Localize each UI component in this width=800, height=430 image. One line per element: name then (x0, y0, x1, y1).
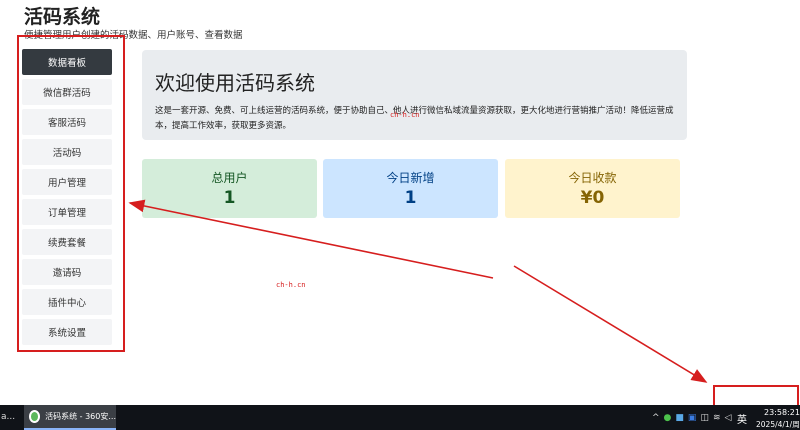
sidebar-item-invite-code[interactable]: 邀请码 (22, 259, 112, 285)
watermark: ch-h.cn (276, 281, 306, 289)
bluetooth-icon[interactable]: ▣ (688, 413, 697, 423)
clock-time[interactable]: 23:58:21 (764, 408, 800, 417)
sidebar-item-user-management[interactable]: 用户管理 (22, 169, 112, 195)
stat-label: 今日新增 (386, 171, 435, 185)
stat-label: 总用户 (211, 171, 248, 185)
sidebar-nav: 数据看板 微信群活码 客服活码 活动码 用户管理 订单管理 续费套餐 邀请码 插… (22, 49, 112, 349)
sidebar-item-order-management[interactable]: 订单管理 (22, 199, 112, 225)
app-tray-icon[interactable]: ■ (675, 413, 684, 423)
stat-card-income-today: 今日收款 ¥0 (505, 159, 680, 218)
arrow-to-tray (513, 265, 708, 383)
taskbar-app-label: 活码系统 - 360安... (45, 412, 116, 421)
network-icon[interactable]: ◫ (700, 413, 709, 423)
taskbar-app-browser[interactable]: 活码系统 - 360安... (24, 405, 116, 430)
stat-value: 1 (223, 188, 236, 208)
watermark: ch-h.cn (390, 111, 420, 119)
volume-muted-icon[interactable]: ◁ (725, 413, 732, 423)
app-subtitle: 便捷管理用户创建的活码数据、用户账号、查看数据 (24, 30, 243, 41)
welcome-text: 这是一套开源、免费、可上线运营的活码系统，便于协助自己、他人进行微信私域流量资源… (155, 106, 674, 131)
browser-360-icon (29, 410, 41, 423)
app-title: 活码系统 (24, 6, 101, 28)
welcome-banner: 欢迎使用活码系统 这是一套开源、免费、可上线运营的活码系统，便于协助自己、他人进… (142, 50, 687, 140)
ime-indicator[interactable]: 英 (737, 411, 747, 426)
clock-date[interactable]: 2025/4/1/周 (756, 419, 800, 430)
taskbar: a... 活码系统 - 360安... ^ ● ■ ▣ ◫ ≋ ◁ 英 23:5… (0, 405, 800, 430)
sidebar-item-plugin-center[interactable]: 插件中心 (22, 289, 112, 315)
sidebar-item-system-settings[interactable]: 系统设置 (22, 319, 112, 345)
wechat-icon[interactable]: ● (664, 413, 672, 423)
chevron-up-icon[interactable]: ^ (652, 413, 660, 423)
taskbar-left-stub[interactable]: a... (0, 405, 15, 430)
sidebar-item-service-code[interactable]: 客服活码 (22, 109, 112, 135)
welcome-title: 欢迎使用活码系统 (155, 71, 315, 95)
stat-value: 1 (404, 188, 417, 208)
stat-card-total-users: 总用户 1 (142, 159, 317, 218)
stat-label: 今日收款 (568, 171, 617, 185)
system-tray: ^ ● ■ ▣ ◫ ≋ ◁ (652, 405, 735, 430)
stat-value: ¥0 (580, 188, 605, 208)
sidebar-item-dashboard[interactable]: 数据看板 (22, 49, 112, 75)
sidebar-item-activity-code[interactable]: 活动码 (22, 139, 112, 165)
sidebar-item-wechat-group-code[interactable]: 微信群活码 (22, 79, 112, 105)
wifi-icon[interactable]: ≋ (713, 413, 721, 423)
stat-card-new-today: 今日新增 1 (323, 159, 498, 218)
sidebar-item-renewal-plans[interactable]: 续费套餐 (22, 229, 112, 255)
